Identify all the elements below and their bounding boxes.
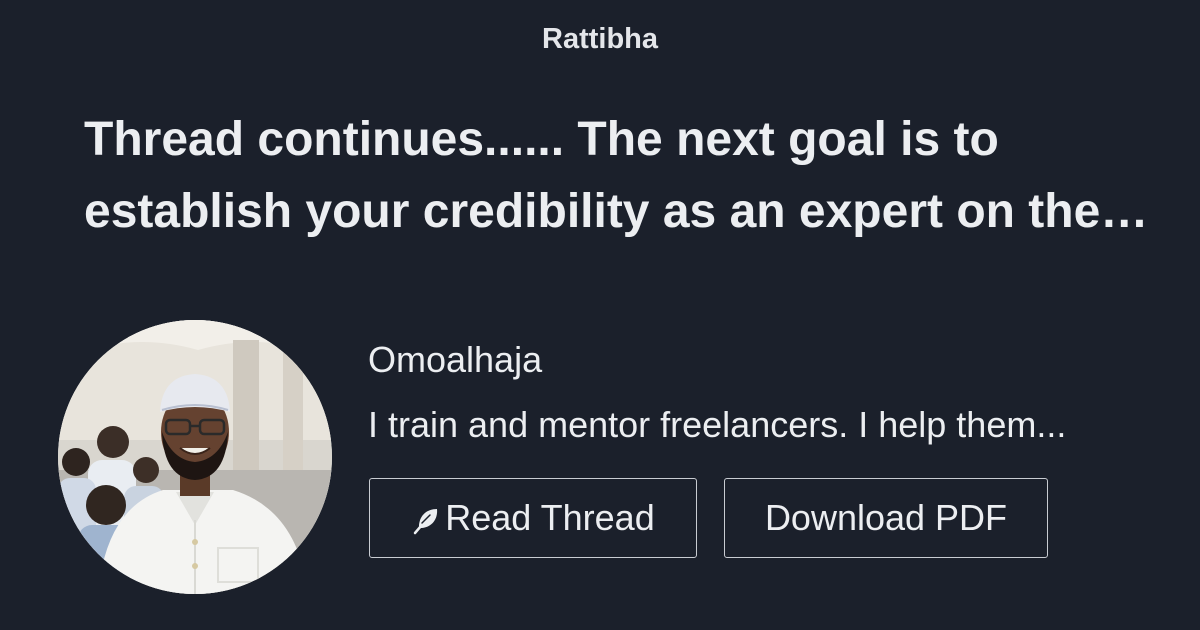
- read-thread-label: Read Thread: [445, 497, 655, 538]
- download-pdf-label: Download PDF: [764, 497, 1008, 538]
- author-name[interactable]: Omoalhaja: [368, 338, 542, 382]
- read-thread-button[interactable]: Read Thread: [369, 478, 697, 558]
- author-bio: I train and mentor freelancers. I help t…: [368, 404, 1067, 445]
- brand-logo[interactable]: Rattibha: [0, 20, 1200, 58]
- feather-icon: [411, 506, 441, 536]
- thread-title: Thread continues...... The next goal is …: [84, 113, 1149, 238]
- download-pdf-button[interactable]: Download PDF: [724, 478, 1048, 558]
- author-avatar: [58, 320, 332, 594]
